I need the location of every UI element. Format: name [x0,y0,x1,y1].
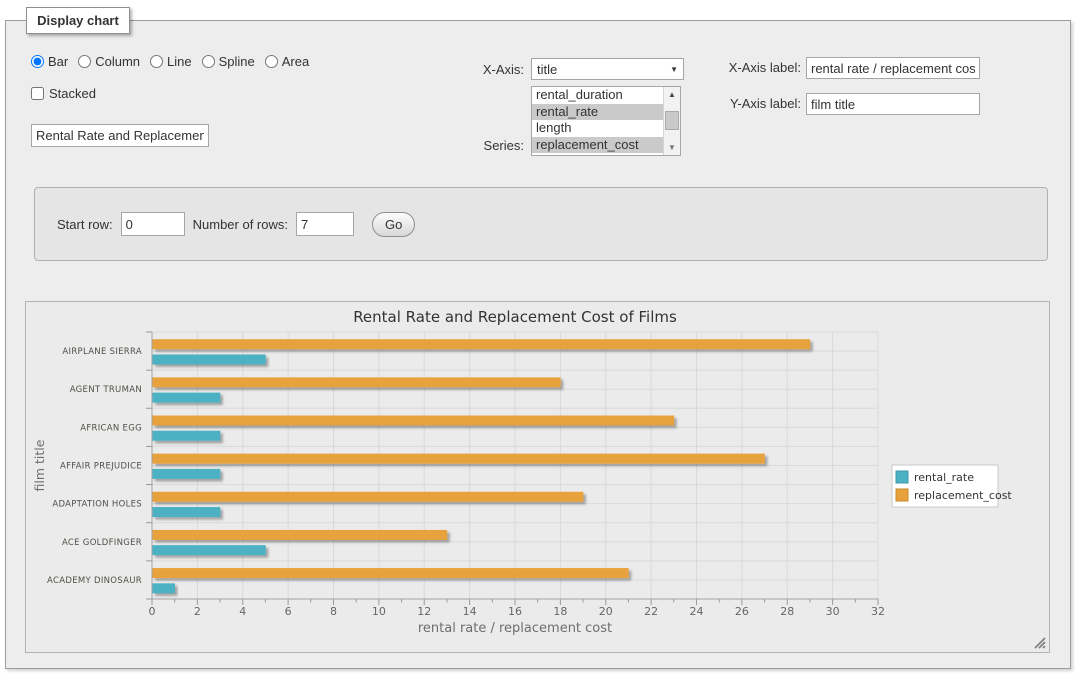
listbox-scrollbar[interactable]: ▲ ▼ [663,87,680,155]
x-tick-label: 16 [508,605,522,618]
radio-bar[interactable]: Bar [31,54,68,69]
chart-bar-replacement_cost [153,377,561,387]
stacked-checkbox[interactable] [31,87,44,100]
x-tick-label: 8 [330,605,337,618]
chart-bar-replacement_cost [153,454,765,464]
x-axis-select-label: X-Axis: [436,62,524,77]
category-label: ACADEMY DINOSAUR [47,576,142,586]
chart-bar-rental_rate [153,354,266,364]
x-tick-label: 20 [599,605,613,618]
chevron-down-icon: ▼ [670,65,678,74]
start-row-input[interactable] [121,212,185,236]
chart-type-radio-group: Bar Column Line Spline Area [31,54,309,69]
chart-title-input[interactable] [31,124,209,147]
x-tick-label: 26 [735,605,749,618]
x-tick-label: 6 [285,605,292,618]
radio-area-label: Area [282,54,309,69]
radio-bar-label: Bar [48,54,68,69]
rows-panel: Start row: Number of rows: Go [34,187,1048,261]
chart-bar-rental_rate [153,545,266,555]
legend-label-rental_rate: rental_rate [914,471,974,484]
category-label: ACE GOLDFINGER [62,538,142,548]
x-tick-label: 24 [690,605,704,618]
category-label: AFFAIR PREJUDICE [60,462,142,472]
y-axis-label-caption: Y-Axis label: [704,96,801,111]
scroll-up-icon[interactable]: ▲ [664,87,680,102]
chart-bar-rental_rate [153,507,221,517]
legend-swatch-replacement_cost [896,489,908,501]
x-tick-label: 32 [871,605,885,618]
chart-x-axis-label: rental rate / replacement cost [418,621,612,636]
chart-bar-rental_rate [153,431,221,441]
chart-bar-replacement_cost [153,492,584,502]
x-tick-label: 18 [553,605,567,618]
radio-line-input[interactable] [150,55,163,68]
x-axis-select[interactable]: title ▼ [531,58,684,80]
category-label: ADAPTATION HOLES [52,500,142,510]
category-label: AFRICAN EGG [80,423,142,433]
radio-column-input[interactable] [78,55,91,68]
stacked-checkbox-row[interactable]: Stacked [31,86,96,101]
stacked-label: Stacked [49,86,96,101]
chart-y-axis-label: film title [32,439,47,491]
chart-bar-replacement_cost [153,415,675,425]
series-option-rental-rate[interactable]: rental_rate [532,104,663,121]
chart-container: AIRPLANE SIERRA AGENT TRUMAN AFRICAN EGG AF… [25,301,1050,653]
display-chart-fieldset: Display chart Bar Column Line Spline Are… [5,20,1071,669]
x-tick-label: 0 [149,605,156,618]
number-of-rows-label: Number of rows: [193,217,288,232]
start-row-label: Start row: [57,217,113,232]
radio-column[interactable]: Column [78,54,140,69]
radio-column-label: Column [95,54,140,69]
series-option-rental-duration[interactable]: rental_duration [532,87,663,104]
chart-bar-replacement_cost [153,339,811,349]
legend-swatch-rental_rate [896,471,908,483]
series-option-replacement-cost[interactable]: replacement_cost [532,137,663,154]
x-axis-selected-value: title [537,62,557,77]
radio-line[interactable]: Line [150,54,192,69]
x-tick-label: 12 [417,605,431,618]
bar-chart: AIRPLANE SIERRA AGENT TRUMAN AFRICAN EGG AF… [26,302,1049,652]
x-tick-label: 4 [239,605,246,618]
number-of-rows-input[interactable] [296,212,354,236]
x-tick-label: 2 [194,605,201,618]
radio-area-input[interactable] [265,55,278,68]
x-tick-label: 14 [463,605,477,618]
x-tick-label: 30 [826,605,840,618]
chart-bar-replacement_cost [153,568,629,578]
y-axis-label-input[interactable] [806,93,980,115]
radio-bar-input[interactable] [31,55,44,68]
series-listbox-label: Series: [436,138,524,153]
x-axis-label-input[interactable] [806,57,980,79]
scroll-down-icon[interactable]: ▼ [664,140,680,155]
series-option-length[interactable]: length [532,120,663,137]
resize-grip-icon[interactable] [1033,636,1046,649]
x-tick-label: 28 [780,605,794,618]
go-button[interactable]: Go [372,212,415,237]
radio-line-label: Line [167,54,192,69]
radio-spline-input[interactable] [202,55,215,68]
series-listbox[interactable]: rental_duration rental_rate length repla… [531,86,681,156]
chart-bar-rental_rate [153,469,221,479]
x-axis-label-caption: X-Axis label: [704,60,801,75]
chart-bar-rental_rate [153,393,221,403]
chart-bar-replacement_cost [153,530,448,540]
radio-spline[interactable]: Spline [202,54,255,69]
category-label: AIRPLANE SIERRA [62,347,142,357]
fieldset-legend: Display chart [26,7,130,34]
radio-spline-label: Spline [219,54,255,69]
radio-area[interactable]: Area [265,54,309,69]
chart-bar-rental_rate [153,583,175,593]
scrollbar-thumb[interactable] [665,111,679,130]
legend-label-replacement_cost: replacement_cost [914,489,1012,502]
chart-title: Rental Rate and Replacement Cost of Film… [353,308,677,326]
x-tick-label: 10 [372,605,386,618]
category-label: AGENT TRUMAN [70,385,142,395]
x-tick-label: 22 [644,605,658,618]
